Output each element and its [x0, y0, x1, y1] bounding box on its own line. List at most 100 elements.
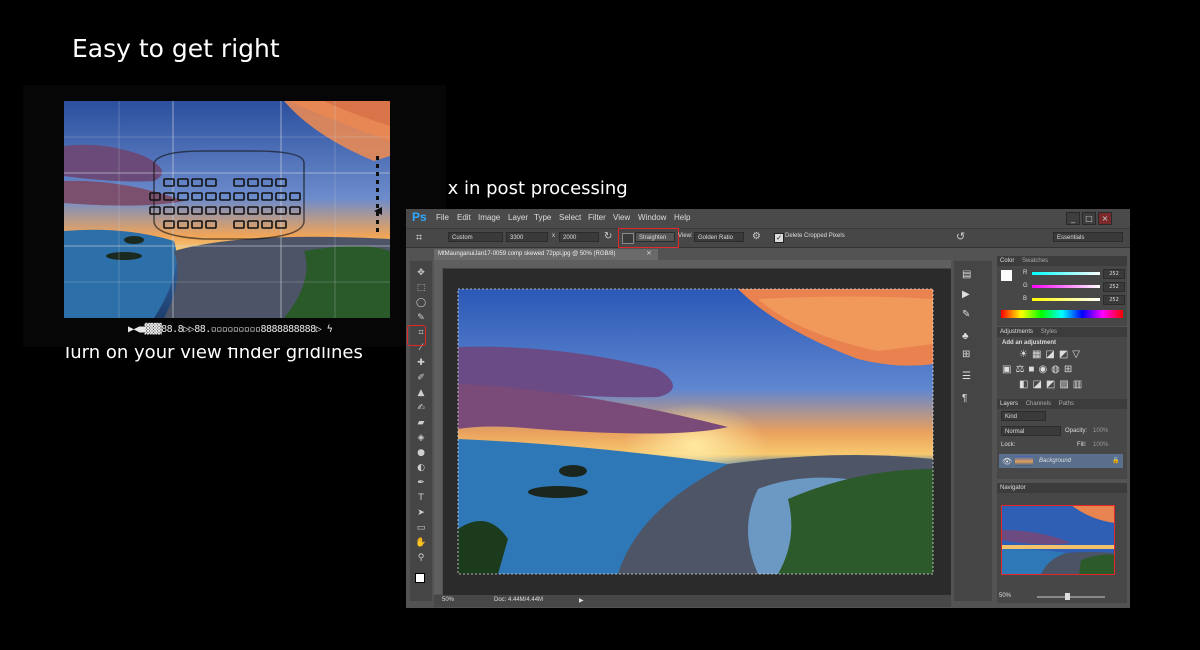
- channel-b-value[interactable]: 252: [1103, 295, 1125, 305]
- menu-file[interactable]: File: [436, 213, 449, 222]
- close-tab-icon[interactable]: ×: [646, 249, 652, 257]
- adjustment-icons-row-2[interactable]: ▣⚖■◉◍⊞: [1002, 364, 1076, 375]
- blur-tool-icon[interactable]: ●: [415, 447, 427, 459]
- pen-tool-icon[interactable]: ✒: [415, 477, 427, 489]
- swap-dimensions-icon[interactable]: ↻: [604, 231, 612, 242]
- lock-label: Lock:: [1001, 442, 1016, 448]
- canvas-area[interactable]: [443, 269, 951, 595]
- type-tool-icon[interactable]: T: [415, 492, 427, 504]
- quick-select-tool-icon[interactable]: ✎: [415, 312, 427, 324]
- menu-image[interactable]: Image: [478, 213, 500, 222]
- overlay-select[interactable]: Golden Ratio: [694, 232, 744, 242]
- crop-width-field[interactable]: 3300: [506, 232, 548, 242]
- opacity-value[interactable]: 100%: [1093, 428, 1108, 434]
- viewfinder-status-readout: ▶◀■▓▓▓88.8▷▷88.▫▫▫▫▫▫▫▫▫8888888888▷ ϟ: [128, 324, 333, 335]
- hand-tool-icon[interactable]: ✋: [415, 537, 427, 549]
- settings-gear-icon[interactable]: ⚙: [752, 231, 761, 242]
- zoom-tool-icon[interactable]: ⚲: [415, 552, 427, 564]
- layer-kind-filter[interactable]: Kind: [1001, 411, 1046, 421]
- lasso-tool-icon[interactable]: ◯: [415, 297, 427, 309]
- straighten-icon[interactable]: [622, 233, 634, 244]
- dodge-tool-icon[interactable]: ◐: [415, 462, 427, 474]
- menu-help[interactable]: Help: [674, 213, 690, 222]
- blend-mode-select[interactable]: Normal: [1001, 426, 1061, 436]
- straighten-button[interactable]: Straighten: [635, 232, 675, 242]
- actions-panel-icon[interactable]: ▶: [962, 289, 970, 300]
- color-panel-tabs: Color Swatches: [997, 256, 1127, 266]
- tab-styles[interactable]: Styles: [1041, 329, 1057, 335]
- adjustment-icons-row-1[interactable]: ☀▦◪◩▽: [1019, 349, 1084, 360]
- clone-source-icon[interactable]: ⊞: [962, 349, 970, 360]
- channel-g-label: G: [1023, 283, 1028, 289]
- layer-visibility-eye-icon[interactable]: 👁: [1002, 457, 1012, 466]
- history-brush-tool-icon[interactable]: ✍: [415, 402, 427, 414]
- tool-presets-icon[interactable]: ♣: [962, 331, 969, 342]
- workspace-select[interactable]: Essentials: [1053, 232, 1123, 242]
- tab-channels[interactable]: Channels: [1026, 401, 1051, 407]
- color-spectrum-ramp[interactable]: [1001, 310, 1123, 318]
- fill-value[interactable]: 100%: [1093, 442, 1108, 448]
- history-panel-icon[interactable]: ▤: [962, 269, 971, 280]
- properties-panel-icon[interactable]: ☰: [962, 371, 971, 382]
- channel-r-value[interactable]: 252: [1103, 269, 1125, 279]
- add-adjustment-heading: Add an adjustment: [1002, 340, 1057, 346]
- crop-preset-select[interactable]: Custom: [448, 232, 503, 242]
- path-select-tool-icon[interactable]: ➤: [415, 507, 427, 519]
- layer-name[interactable]: Background: [1039, 458, 1071, 464]
- adjustment-icons-row-3[interactable]: ◧◪◩▨▥: [1019, 379, 1086, 390]
- opacity-label: Opacity:: [1065, 428, 1088, 434]
- tab-layers[interactable]: Layers: [1000, 401, 1018, 407]
- tab-color[interactable]: Color: [1000, 258, 1014, 264]
- healing-brush-tool-icon[interactable]: ✚: [415, 357, 427, 369]
- menu-edit[interactable]: Edit: [457, 213, 471, 222]
- menu-window[interactable]: Window: [638, 213, 666, 222]
- color-panel: Color Swatches R 252 G 252 B 252: [997, 256, 1127, 326]
- layers-panel: Layers Channels Paths Kind Normal Opacit…: [997, 399, 1127, 479]
- channel-r-slider[interactable]: [1032, 272, 1100, 275]
- channel-r-label: R: [1023, 270, 1028, 276]
- crop-height-field[interactable]: 2000: [559, 232, 599, 242]
- document-tab[interactable]: MtMaunganuiJan17-0059 comp skewed 72ppi.…: [434, 249, 658, 260]
- status-menu-arrow-icon[interactable]: ▶: [579, 597, 584, 604]
- crop-tool-icon[interactable]: ⌗: [416, 231, 422, 245]
- navigator-panel: Navigator 50%: [997, 483, 1127, 603]
- eraser-tool-icon[interactable]: ▰: [415, 417, 427, 429]
- delete-cropped-checkbox[interactable]: ✓: [774, 233, 784, 243]
- channel-g-value[interactable]: 252: [1103, 282, 1125, 292]
- status-bar: 50% Doc: 4.44M/4.44M ▶: [434, 595, 951, 607]
- foreground-color-swatch[interactable]: [415, 573, 425, 583]
- navigator-view-box[interactable]: [1001, 505, 1115, 575]
- clone-stamp-tool-icon[interactable]: ▲: [415, 387, 427, 399]
- slide-title: Easy to get right: [72, 34, 280, 63]
- zoom-level[interactable]: 50%: [442, 597, 454, 603]
- channel-g-slider[interactable]: [1032, 285, 1100, 288]
- menu-view[interactable]: View: [613, 213, 630, 222]
- color-foreground-swatch[interactable]: [1001, 270, 1012, 281]
- menu-select[interactable]: Select: [559, 213, 581, 222]
- tab-swatches[interactable]: Swatches: [1022, 258, 1048, 264]
- menu-type[interactable]: Type: [534, 213, 551, 222]
- reset-icon[interactable]: ↺: [956, 230, 965, 243]
- move-tool-icon[interactable]: ✥: [415, 267, 427, 279]
- navigator-zoom-value[interactable]: 50%: [999, 593, 1011, 599]
- tab-paths[interactable]: Paths: [1059, 401, 1074, 407]
- menu-filter[interactable]: Filter: [588, 213, 606, 222]
- navigator-preview[interactable]: [1001, 505, 1115, 575]
- paragraph-panel-icon[interactable]: ¶: [962, 393, 967, 404]
- brush-panel-icon[interactable]: ✎: [962, 309, 970, 320]
- close-button[interactable]: ×: [1098, 212, 1112, 225]
- minimize-button[interactable]: _: [1066, 212, 1080, 225]
- navigator-zoom-handle[interactable]: [1065, 593, 1070, 600]
- crop-tool-highlight: [407, 325, 426, 346]
- rectangle-tool-icon[interactable]: ▭: [415, 522, 427, 534]
- brush-tool-icon[interactable]: ✐: [415, 372, 427, 384]
- menu-layer[interactable]: Layer: [508, 213, 528, 222]
- viewfinder-photo: [64, 101, 390, 318]
- navigator-panel-title[interactable]: Navigator: [997, 483, 1127, 493]
- marquee-tool-icon[interactable]: ⬚: [415, 282, 427, 294]
- maximize-button[interactable]: □: [1082, 212, 1096, 225]
- tab-adjustments[interactable]: Adjustments: [1000, 329, 1033, 335]
- paint-bucket-tool-icon[interactable]: ◈: [415, 432, 427, 444]
- navigator-zoom-slider[interactable]: [1037, 596, 1105, 598]
- channel-b-slider[interactable]: [1032, 298, 1100, 301]
